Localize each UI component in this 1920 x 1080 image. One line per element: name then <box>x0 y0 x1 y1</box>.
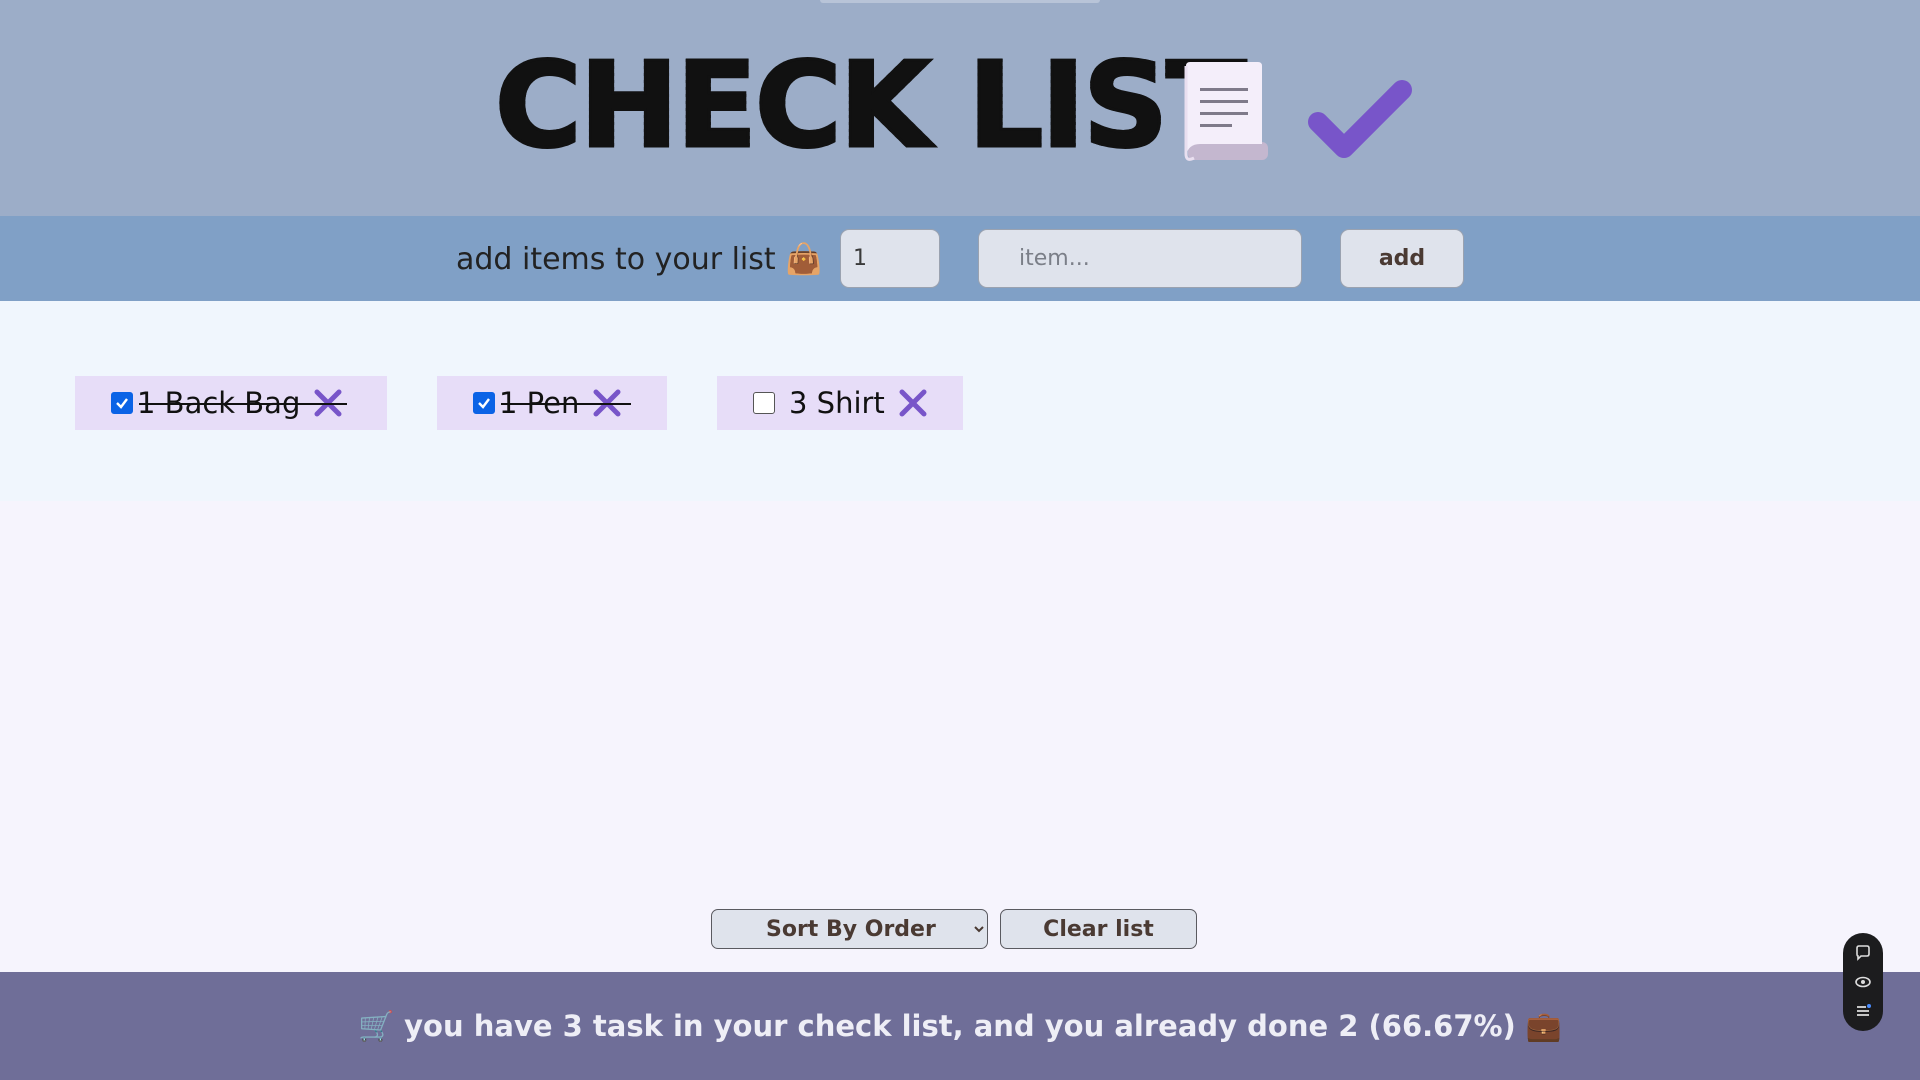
floating-tool-widget[interactable] <box>1843 933 1883 1031</box>
list-item: 1 Pen <box>437 376 667 430</box>
strikethrough-line <box>139 403 347 405</box>
clear-list-button[interactable]: Clear list <box>1000 909 1197 949</box>
scroll-icon <box>1184 62 1268 161</box>
header-notch <box>820 0 1100 3</box>
checkbox-check-icon <box>478 398 490 409</box>
item-checkbox[interactable] <box>473 392 495 414</box>
strikethrough-line <box>501 403 631 405</box>
list-item: 1 Back Bag <box>75 376 387 430</box>
add-items-label: add items to your list 👜 <box>456 242 823 277</box>
quantity-input[interactable] <box>840 229 940 288</box>
list-item: 3 Shirt <box>717 376 963 430</box>
eye-icon[interactable] <box>1854 973 1872 991</box>
item-input[interactable] <box>978 229 1302 288</box>
add-items-bar <box>0 216 1920 301</box>
item-checkbox[interactable] <box>753 392 775 414</box>
list-menu-icon[interactable] <box>1854 1002 1872 1020</box>
footer: 🛒 you have 3 task in your check list, an… <box>0 972 1920 1080</box>
footer-stats: 🛒 you have 3 task in your check list, an… <box>357 1008 1563 1043</box>
chat-bubble-icon[interactable] <box>1854 944 1872 962</box>
page-title-text: CHECK LIST <box>494 36 1249 174</box>
add-button[interactable]: add <box>1340 229 1464 288</box>
checkbox-check-icon <box>116 398 128 409</box>
checkmark-icon <box>1308 80 1412 158</box>
delete-item-icon[interactable] <box>897 387 929 419</box>
item-label: 3 Shirt <box>789 386 885 420</box>
item-checkbox[interactable] <box>111 392 133 414</box>
page-title: CHECK LIST <box>494 36 1249 174</box>
sort-select[interactable]: Sort By Order <box>711 909 988 949</box>
